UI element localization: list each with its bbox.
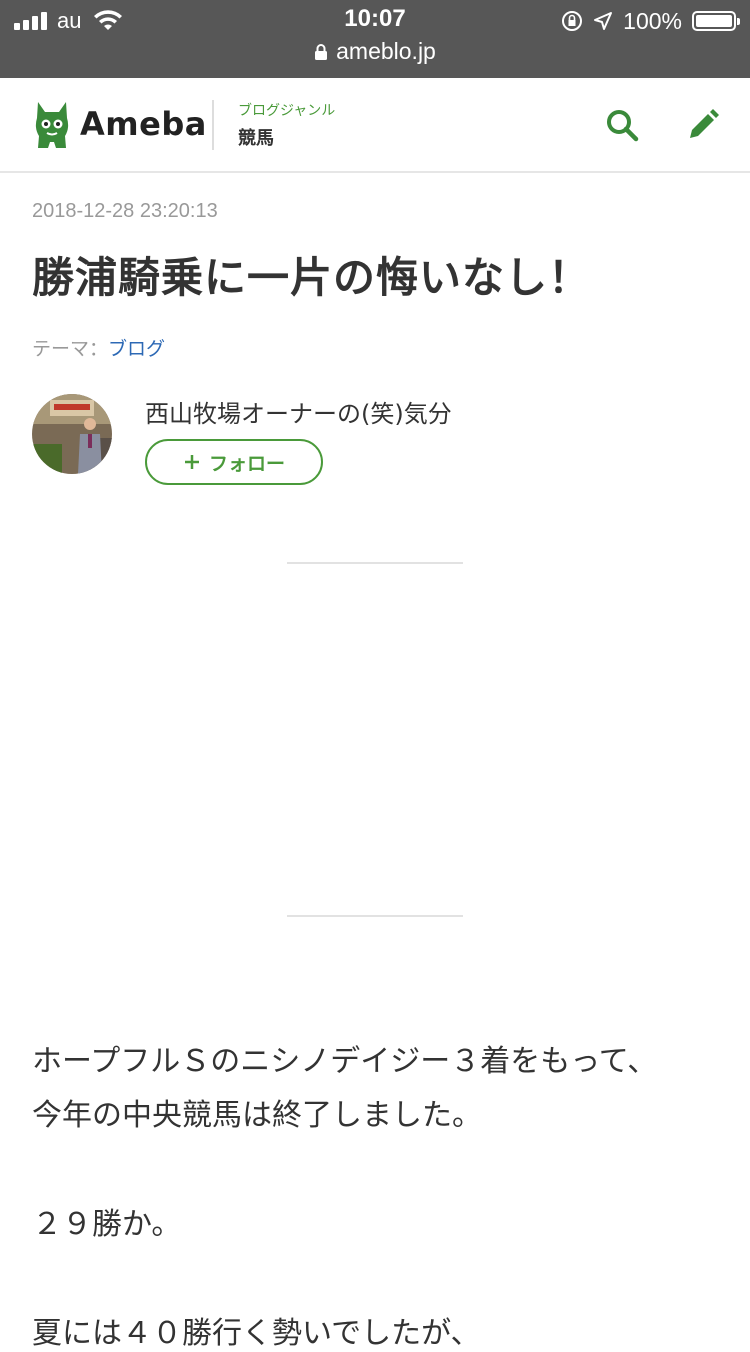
avatar-photo (32, 394, 112, 474)
follow-button[interactable]: フォロー (145, 439, 323, 485)
status-right: 100% (561, 6, 740, 36)
follow-label: フォロー (208, 452, 285, 475)
article-title: 勝浦騎乗に一片の悔いなし！ (32, 253, 592, 302)
header-divider (212, 100, 214, 150)
genre-value: 競馬 (238, 128, 274, 149)
battery-percent: 100% (623, 7, 682, 34)
lock-icon (315, 43, 328, 60)
author-name[interactable]: 西山牧場オーナーの(笑)気分 (145, 394, 452, 429)
ad-area-top-divider (287, 562, 463, 564)
url-bar[interactable]: ameblo.jp (0, 38, 750, 65)
plus-icon (184, 455, 199, 469)
ad-area-bottom-divider (287, 915, 463, 917)
url-text: ameblo.jp (336, 38, 436, 64)
body-paragraph: ２９勝か。 (32, 1207, 182, 1242)
ameba-logo[interactable]: Ameba (32, 98, 207, 150)
search-icon[interactable] (605, 108, 639, 142)
theme-link[interactable]: ブログ (108, 338, 165, 360)
pencil-icon[interactable] (686, 108, 720, 142)
blog-genre[interactable]: ブログジャンル 競馬 (238, 100, 335, 150)
post-date: 2018-12-28 23:20:13 (32, 200, 218, 222)
theme-label: テーマ： (32, 338, 109, 360)
theme-row: テーマ：ブログ (32, 334, 165, 361)
logo-text: Ameba (80, 105, 207, 143)
body-paragraph: 今年の中央競馬は終了しました。 (32, 1098, 482, 1133)
body-paragraph: 夏には４０勝行く勢いでしたが、 (32, 1316, 481, 1351)
body-paragraph: ホープフルＳのニシノデイジー３着をもって、 (32, 1044, 658, 1079)
site-header: Ameba ブログジャンル 競馬 (0, 78, 750, 173)
battery-fill (696, 15, 732, 27)
author-avatar[interactable] (32, 394, 112, 474)
location-icon (594, 12, 613, 30)
status-bar: au 10:07 100% ameblo.jp (0, 0, 750, 78)
battery-icon (692, 11, 740, 31)
rotation-lock-icon (562, 11, 583, 31)
ameba-mascot-icon (35, 102, 69, 148)
genre-label: ブログジャンル (238, 103, 336, 119)
